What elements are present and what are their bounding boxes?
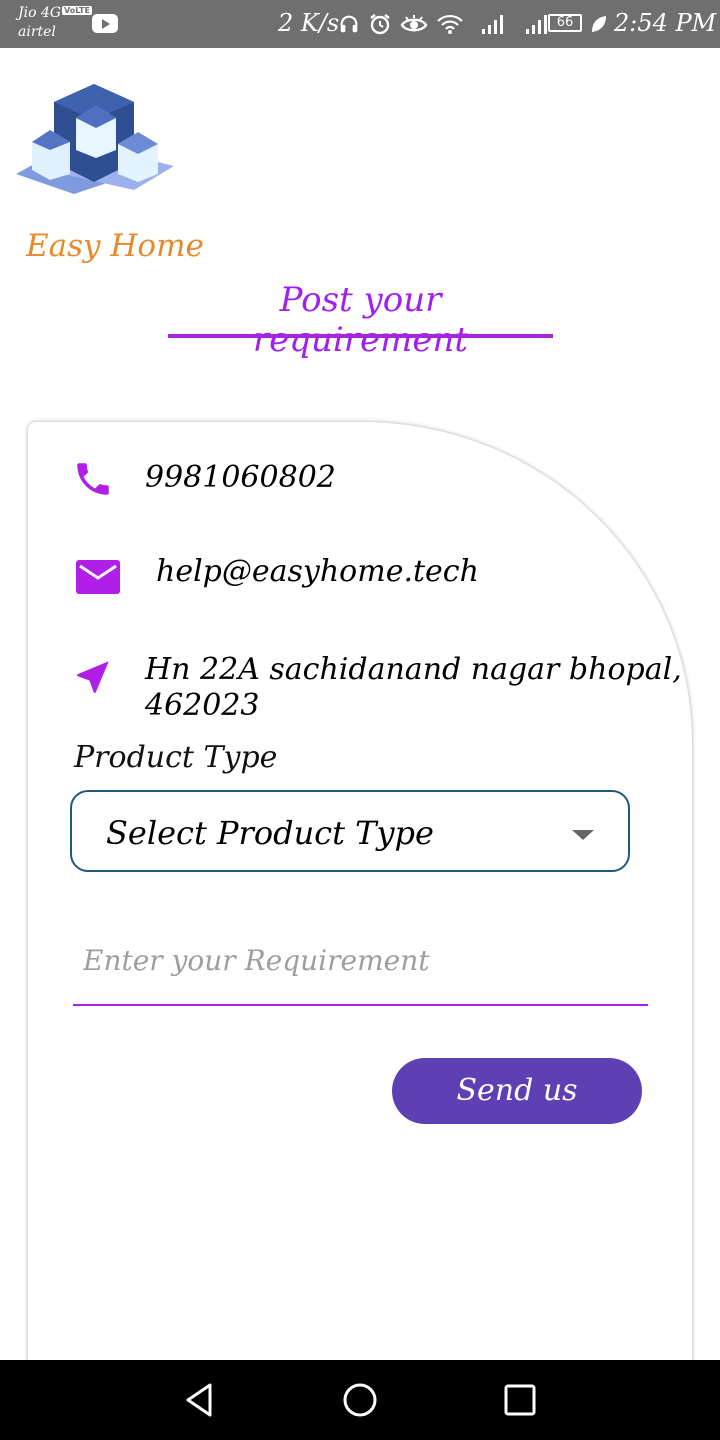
carrier-airtel: airtel <box>18 24 56 40</box>
contact-phone[interactable]: 9981060802 <box>145 460 336 495</box>
dropdown-arrow-icon <box>572 830 594 840</box>
carrier-info: Jio 4G airtel <box>18 4 61 42</box>
recents-icon[interactable] <box>500 1380 540 1420</box>
navigation-arrow-icon <box>77 661 109 693</box>
status-icons <box>338 10 552 38</box>
brand-name: Easy Home <box>26 228 204 264</box>
youtube-notification-icon <box>92 14 118 33</box>
address-line-2: 462023 <box>145 688 260 723</box>
contact-email[interactable]: help@easyhome.tech <box>156 554 479 589</box>
send-button[interactable]: Send us <box>392 1058 642 1124</box>
page: Jio 4G airtel VoLTE 2 K/s 66 2:54 PM Eas… <box>0 0 720 1440</box>
title-underline <box>168 334 553 338</box>
home-icon[interactable] <box>340 1380 380 1420</box>
product-type-value: Select Product Type <box>106 814 434 852</box>
email-icon <box>76 560 120 594</box>
phone-icon <box>77 463 109 495</box>
system-nav-bar <box>0 1360 720 1440</box>
volte-badge: VoLTE <box>62 6 92 15</box>
back-icon[interactable] <box>180 1380 220 1420</box>
status-bar: Jio 4G airtel VoLTE 2 K/s 66 2:54 PM <box>0 0 720 48</box>
easy-home-logo <box>16 84 174 194</box>
network-speed: 2 K/s <box>278 9 340 37</box>
eye-icon <box>400 15 428 32</box>
battery-icon: 66 <box>548 14 582 32</box>
page-title: Post your requirement <box>252 280 469 360</box>
headphones-icon <box>340 15 358 33</box>
contact-address: Hn 22A sachidanand nagar bhopal, 462023 <box>145 652 682 724</box>
requirement-input[interactable] <box>73 930 648 1006</box>
leaf-icon <box>592 16 606 32</box>
wifi-icon <box>437 14 463 34</box>
product-type-label: Product Type <box>74 740 278 775</box>
alarm-icon <box>370 14 390 35</box>
product-type-select[interactable]: Select Product Type <box>70 790 630 872</box>
carrier-jio: Jio 4G <box>18 5 62 21</box>
signal-icon <box>482 15 503 34</box>
address-line-1: Hn 22A sachidanand nagar bhopal, <box>145 652 682 687</box>
clock: 2:54 PM <box>614 9 717 37</box>
